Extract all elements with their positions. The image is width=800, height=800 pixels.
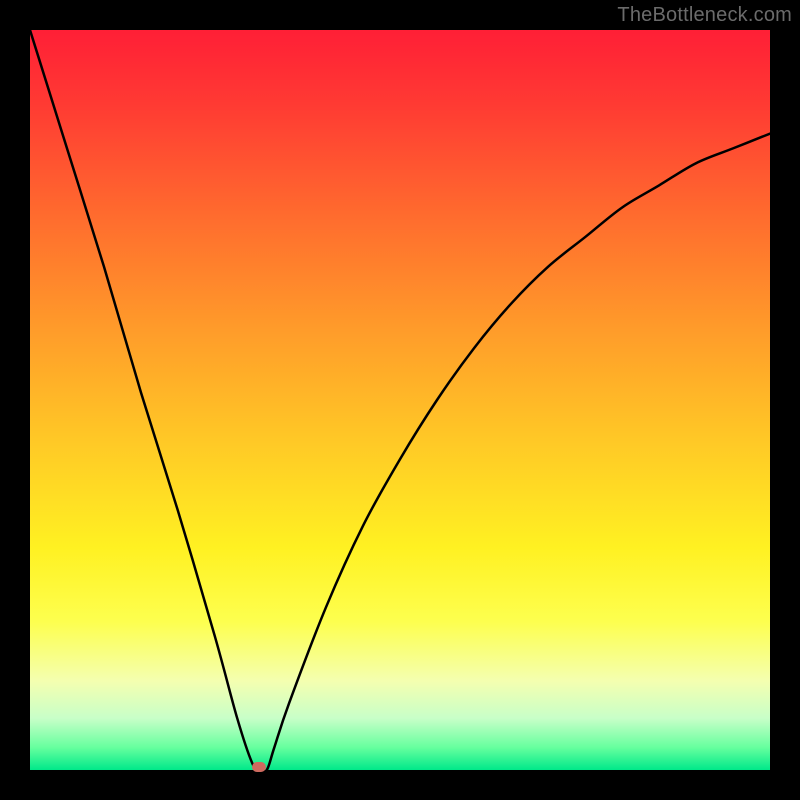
chart-frame: TheBottleneck.com xyxy=(0,0,800,800)
minimum-marker xyxy=(252,762,266,772)
bottleneck-curve xyxy=(30,30,770,770)
plot-area xyxy=(30,30,770,770)
curve-svg xyxy=(30,30,770,770)
watermark-label: TheBottleneck.com xyxy=(617,4,792,27)
